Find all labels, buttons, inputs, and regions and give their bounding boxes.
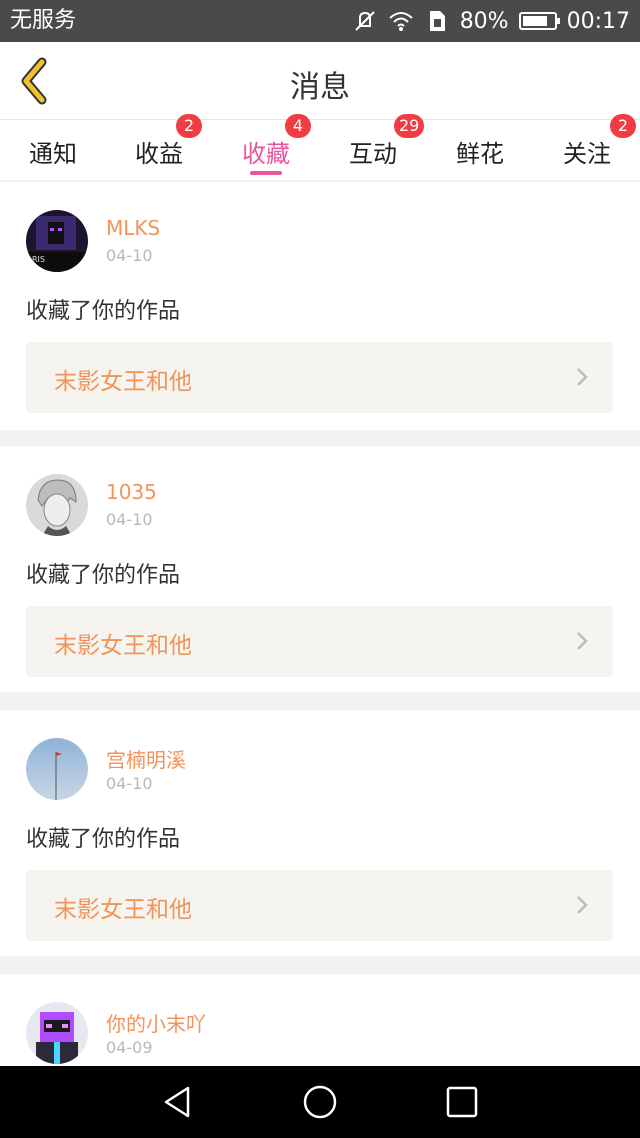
- status-bar: 无服务 80% 00:17: [0, 0, 640, 42]
- chevron-right-icon: [577, 368, 588, 386]
- avatar[interactable]: RIS: [26, 210, 88, 272]
- message-list[interactable]: RIS MLKS 04-10 收藏了你的作品 末影女王和他 1035 04-10…: [0, 180, 640, 1066]
- wifi-icon: [389, 12, 413, 31]
- sim-icon: [429, 11, 445, 31]
- status-icons: 80% 00:17: [352, 6, 630, 36]
- battery-icon: [518, 12, 560, 30]
- tab-label: 收藏: [242, 140, 290, 168]
- work-link[interactable]: 末影女王和他: [26, 870, 613, 941]
- action-text: 收藏了你的作品: [26, 299, 181, 324]
- work-link[interactable]: 末影女王和他: [26, 342, 613, 413]
- battery-percent: 80%: [459, 8, 509, 34]
- tab-label: 关注: [563, 140, 611, 168]
- avatar[interactable]: [26, 474, 88, 536]
- tab-bar: 通知 收益 2 收藏 4 互动 29 鲜花 关注 2: [0, 114, 640, 180]
- action-text: 收藏了你的作品: [26, 563, 181, 588]
- username[interactable]: 你的小末吖: [106, 1008, 206, 1037]
- message-date: 04-10: [106, 510, 153, 529]
- tab-label: 鲜花: [456, 140, 504, 168]
- system-nav-bar: [0, 1066, 640, 1138]
- work-title: 末影女王和他: [54, 633, 192, 659]
- tab-badge: 29: [394, 114, 425, 138]
- tab-flowers[interactable]: 鲜花: [427, 120, 533, 180]
- back-triangle-icon[interactable]: [160, 1084, 196, 1120]
- tab-label: 通知: [29, 140, 77, 168]
- work-title: 末影女王和他: [54, 369, 192, 395]
- active-tab-indicator: [250, 171, 282, 175]
- tab-badge: 2: [176, 114, 202, 138]
- message-date: 04-10: [106, 246, 153, 265]
- avatar[interactable]: [26, 1002, 88, 1064]
- svg-text:RIS: RIS: [32, 255, 45, 264]
- work-link[interactable]: 末影女王和他: [26, 606, 613, 677]
- message-date: 04-10: [106, 774, 153, 793]
- message-date: 04-09: [106, 1038, 153, 1057]
- tab-earnings[interactable]: 收益 2: [106, 114, 212, 180]
- work-title: 末影女王和他: [54, 897, 192, 923]
- message-card: 你的小末吖 04-09: [0, 974, 640, 1066]
- tab-badge: 2: [610, 114, 636, 138]
- avatar[interactable]: [26, 738, 88, 800]
- username[interactable]: 宫楠明溪: [106, 744, 186, 773]
- message-card: 宫楠明溪 04-10 收藏了你的作品 末影女王和他: [0, 710, 640, 956]
- home-circle-icon[interactable]: [302, 1084, 338, 1120]
- tab-label: 互动: [349, 140, 397, 168]
- mute-icon: [354, 11, 375, 31]
- username[interactable]: MLKS: [106, 216, 160, 240]
- chevron-right-icon: [577, 896, 588, 914]
- tab-interaction[interactable]: 互动 29: [320, 114, 426, 180]
- page-title: 消息: [290, 70, 350, 105]
- tab-notice[interactable]: 通知: [0, 120, 106, 180]
- battery-fill: [522, 16, 547, 26]
- tab-follow[interactable]: 关注 2: [534, 114, 640, 180]
- tab-favorites[interactable]: 收藏 4: [213, 114, 319, 180]
- message-card: RIS MLKS 04-10 收藏了你的作品 末影女王和他: [0, 182, 640, 430]
- action-text: 收藏了你的作品: [26, 827, 181, 852]
- recents-square-icon[interactable]: [444, 1084, 480, 1120]
- username[interactable]: 1035: [106, 480, 157, 504]
- chevron-right-icon: [577, 632, 588, 650]
- app-header: 消息: [0, 42, 640, 120]
- message-card: 1035 04-10 收藏了你的作品 末影女王和他: [0, 446, 640, 692]
- carrier-text: 无服务: [10, 8, 77, 33]
- clock: 00:17: [566, 8, 630, 34]
- tab-label: 收益: [135, 140, 183, 168]
- tab-badge: 4: [285, 114, 311, 138]
